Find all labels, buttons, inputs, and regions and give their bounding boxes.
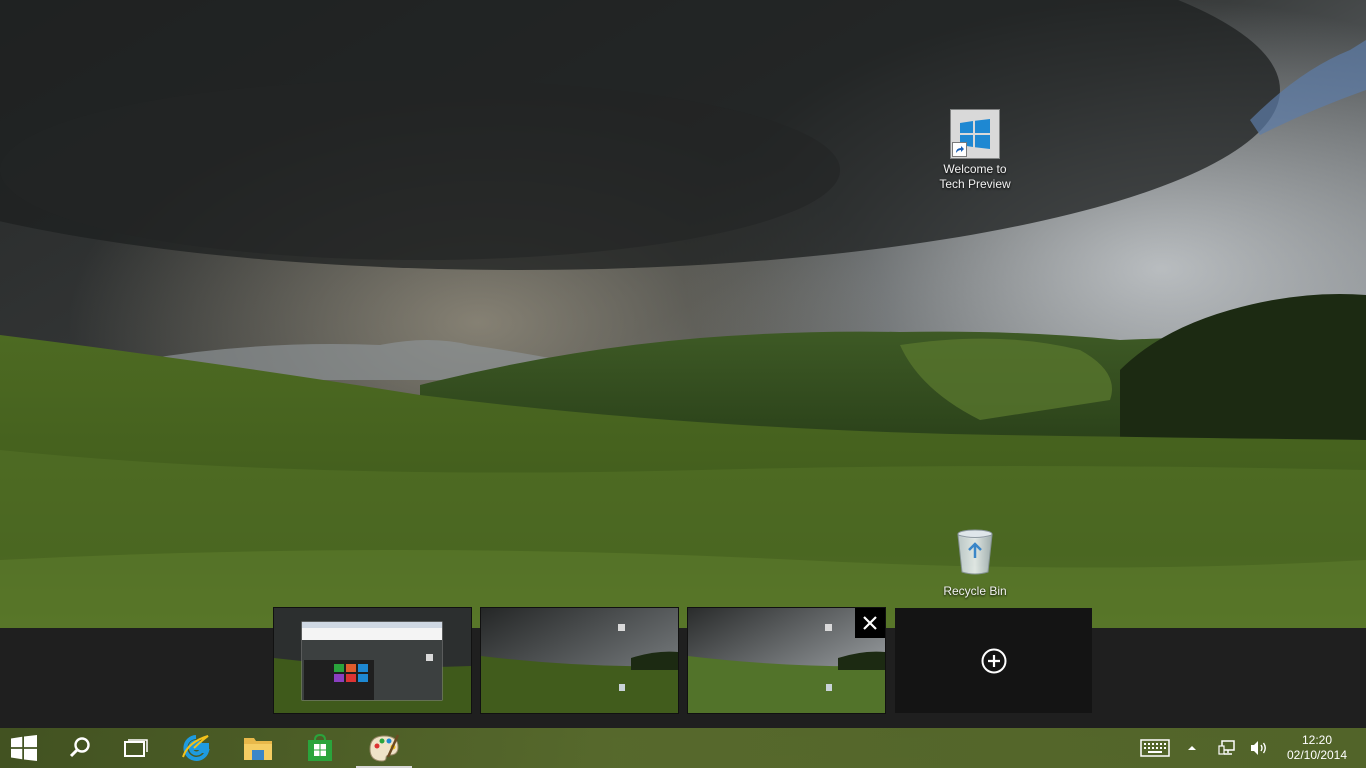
task-view-button[interactable]: [112, 728, 160, 768]
paint-palette-icon: [369, 734, 400, 762]
recycle-bin-shortcut[interactable]: Recycle Bin: [930, 528, 1020, 599]
clock-time: 12:20: [1301, 733, 1333, 747]
task-view-icon: [124, 739, 148, 757]
keyboard-icon: [1140, 739, 1170, 757]
volume-button[interactable]: [1246, 728, 1272, 768]
network-button[interactable]: [1214, 728, 1240, 768]
desktop-1-preview: [274, 608, 471, 713]
paint-button[interactable]: [356, 728, 412, 768]
search-icon: [69, 737, 90, 758]
taskbar: 12:20 02/10/2014: [0, 728, 1366, 768]
clock-date: 02/10/2014: [1286, 748, 1348, 762]
desktop-2-preview: [481, 608, 678, 713]
task-view-strip: [0, 628, 1366, 728]
recycle-bin-label: Recycle Bin: [943, 584, 1007, 598]
recycle-bin-icon: [957, 529, 993, 575]
plus-circle-icon: [981, 648, 1006, 673]
windows-logo-icon: [11, 735, 37, 761]
welcome-label-line1: Welcome to: [943, 162, 1007, 176]
store-icon: [308, 734, 332, 761]
welcome-tech-preview-shortcut[interactable]: Welcome to Tech Preview: [930, 110, 1020, 192]
internet-explorer-button[interactable]: [172, 728, 220, 768]
touch-keyboard-button[interactable]: [1138, 728, 1172, 768]
welcome-label-line2: Tech Preview: [939, 177, 1011, 191]
shortcut-arrow-icon: [952, 142, 967, 157]
volume-icon: [1251, 741, 1266, 755]
clock[interactable]: 12:20 02/10/2014: [1282, 733, 1352, 763]
close-desktop-button[interactable]: [855, 608, 885, 638]
network-icon: [1218, 740, 1235, 755]
add-desktop-button[interactable]: [895, 608, 1092, 713]
windows-logo-shortcut-icon: [951, 110, 999, 158]
chevron-up-icon: [1188, 746, 1196, 750]
virtual-desktop-1-thumbnail[interactable]: [274, 608, 471, 713]
store-button[interactable]: [296, 728, 344, 768]
search-button[interactable]: [56, 728, 104, 768]
internet-explorer-icon: [182, 735, 210, 761]
start-button[interactable]: [0, 728, 48, 768]
file-explorer-button[interactable]: [234, 728, 282, 768]
virtual-desktop-2-thumbnail[interactable]: [481, 608, 678, 713]
close-icon: [863, 616, 877, 630]
show-hidden-icons-button[interactable]: [1182, 728, 1202, 768]
folder-icon: [244, 738, 272, 760]
